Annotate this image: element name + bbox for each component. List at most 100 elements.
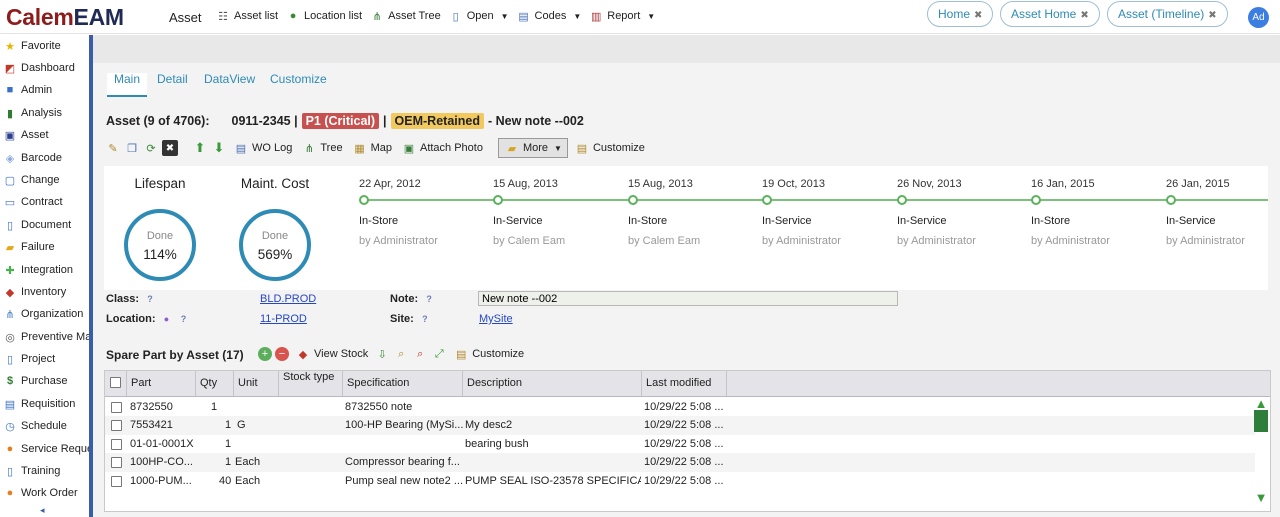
nav-location-list[interactable]: ● Location list: [286, 9, 362, 23]
timeline-dot[interactable]: [1031, 195, 1041, 205]
column-header-specification[interactable]: Specification: [343, 371, 463, 396]
sidebar-item-inventory[interactable]: ◆ Inventory: [3, 285, 66, 299]
column-header-stock-type[interactable]: Stock type: [279, 371, 343, 396]
sidebar-item-organization[interactable]: ⋔ Organization: [3, 307, 83, 321]
arrow-up-icon[interactable]: ⬆: [192, 140, 208, 156]
map-button[interactable]: ▦ Map: [349, 140, 395, 156]
avatar[interactable]: Ad: [1248, 7, 1269, 28]
copy-icon[interactable]: ❐: [124, 140, 140, 156]
view-stock-button[interactable]: ◆ View Stock: [292, 346, 371, 362]
column-header-qty[interactable]: Qty: [196, 371, 234, 396]
site-link[interactable]: MySite: [479, 313, 513, 325]
table-row[interactable]: 8732550 1 8732550 note 10/29/22 5:08 ...: [105, 398, 1255, 417]
sidebar-item-asset[interactable]: ▣ Asset: [3, 128, 49, 142]
location-link[interactable]: 11-PROD: [260, 313, 307, 325]
timeline-dot[interactable]: [628, 195, 638, 205]
table-row[interactable]: 1000-PUM... 40 Each Pump seal new note2 …: [105, 472, 1255, 491]
wo-log-button[interactable]: ▤ WO Log: [230, 140, 295, 156]
sidebar-item-document[interactable]: ▯ Document: [3, 218, 71, 232]
subtab-main[interactable]: Main: [107, 73, 148, 97]
nav-report-menu[interactable]: ▥ Report ▼: [589, 9, 655, 23]
timeline-dot[interactable]: [762, 195, 772, 205]
sidebar-item-dashboard[interactable]: ◩ Dashboard: [3, 61, 75, 75]
timeline-dot[interactable]: [493, 195, 503, 205]
sidebar-item-failure[interactable]: ▰ Failure: [3, 240, 55, 254]
sidebar-item-admin[interactable]: ■ Admin: [3, 83, 53, 97]
sidebar-item-schedule[interactable]: ◷ Schedule: [3, 419, 67, 433]
search-clear-icon[interactable]: ⌕: [412, 346, 428, 362]
table-row[interactable]: 100HP-CO... 1 Each Compressor bearing f.…: [105, 453, 1255, 472]
refresh-icon[interactable]: ⟳: [143, 140, 159, 156]
help-icon[interactable]: ?: [419, 313, 431, 325]
table-row[interactable]: 01-01-0001X 1 bearing bush 10/29/22 5:08…: [105, 435, 1255, 454]
sidebar-item-requisition[interactable]: ▤ Requisition: [3, 397, 76, 411]
nav-asset-tree[interactable]: ⋔ Asset Tree: [370, 9, 441, 23]
tab-home[interactable]: Home ✖: [927, 1, 994, 27]
tree-button[interactable]: ⋔ Tree: [298, 140, 345, 156]
timeline-dot[interactable]: [1166, 195, 1176, 205]
tab-asset-home[interactable]: Asset Home ✖: [1000, 1, 1100, 27]
row-checkbox[interactable]: [111, 402, 122, 413]
row-checkbox[interactable]: [111, 439, 122, 450]
scroll-thumb[interactable]: [1254, 410, 1268, 432]
attach-photo-button[interactable]: ▣ Attach Photo: [398, 140, 486, 156]
sidebar-item-purchase[interactable]: $ Purchase: [3, 374, 68, 388]
sidebar-item-preventive-maintenance[interactable]: ◎ Preventive Ma: [3, 330, 89, 344]
sidebar-item-work-order[interactable]: ● Work Order: [3, 486, 78, 500]
expand-icon[interactable]: ⤢: [431, 346, 447, 362]
note-field[interactable]: [478, 291, 898, 306]
close-icon[interactable]: ✖: [1208, 10, 1216, 21]
close-icon[interactable]: ✖: [974, 10, 982, 21]
grid-customize-button[interactable]: ▤ Customize: [450, 346, 527, 362]
table-row[interactable]: 7553421 1 G 100-HP Bearing (MySi... My d…: [105, 416, 1255, 435]
help-icon[interactable]: ?: [144, 293, 156, 305]
subtab-customize[interactable]: Customize: [265, 73, 332, 97]
sidebar-item-integration[interactable]: ✚ Integration: [3, 263, 73, 277]
help-icon[interactable]: ?: [423, 293, 435, 305]
row-checkbox[interactable]: [111, 457, 122, 468]
timeline-dot[interactable]: [897, 195, 907, 205]
timeline-dot[interactable]: [359, 195, 369, 205]
timeline-status: In-Service: [897, 215, 947, 227]
search-icon[interactable]: ⌕: [393, 346, 409, 362]
row-checkbox[interactable]: [111, 476, 122, 487]
delete-icon[interactable]: ✖: [162, 140, 178, 156]
timeline-user: by Administrator: [762, 235, 841, 247]
help-icon[interactable]: ?: [178, 313, 190, 325]
more-button[interactable]: ▰ More ▼: [497, 138, 568, 158]
tab-asset-timeline[interactable]: Asset (Timeline) ✖: [1107, 1, 1228, 27]
scroll-down-icon[interactable]: ▼: [1254, 491, 1268, 505]
customize-button[interactable]: ▤ Customize: [571, 140, 648, 156]
close-icon[interactable]: ✖: [1080, 10, 1088, 21]
subtab-dataview[interactable]: DataView: [199, 73, 260, 97]
column-header-last-modified[interactable]: Last modified: [642, 371, 727, 396]
class-link[interactable]: BLD.PROD: [260, 293, 316, 305]
export-icon[interactable]: ⇩: [374, 346, 390, 362]
table-scrollbar[interactable]: ▲ ▼: [1254, 397, 1268, 505]
sidebar-item-analysis[interactable]: ▮ Analysis: [3, 106, 62, 120]
nav-codes-menu[interactable]: ▤ Codes ▼: [517, 9, 581, 23]
nav-open-menu[interactable]: ▯ Open ▼: [449, 9, 509, 23]
arrow-down-icon[interactable]: ⬇: [211, 140, 227, 156]
select-all-checkbox[interactable]: [110, 377, 121, 388]
calem-logo[interactable]: CalemEAM: [6, 4, 124, 31]
sidebar-item-project[interactable]: ▯ Project: [3, 352, 55, 366]
add-icon[interactable]: +: [258, 347, 272, 361]
row-checkbox[interactable]: [111, 420, 122, 431]
nav-asset-list[interactable]: ☷ Asset list: [216, 9, 278, 23]
sidebar-item-service-request[interactable]: ● Service Reque: [3, 442, 89, 456]
sidebar-item-favorite[interactable]: ★ Favorite: [3, 39, 61, 53]
collapse-sidebar-icon[interactable]: ◂: [40, 505, 45, 516]
sidebar-item-contract[interactable]: ▭ Contract: [3, 195, 63, 209]
column-header-part[interactable]: Part: [127, 371, 196, 396]
subtab-detail[interactable]: Detail: [152, 73, 193, 97]
edit-icon[interactable]: ✎: [105, 140, 121, 156]
sidebar-item-training[interactable]: ▯ Training: [3, 464, 60, 478]
remove-icon[interactable]: −: [275, 347, 289, 361]
sidebar-item-barcode[interactable]: ◈ Barcode: [3, 151, 62, 165]
column-header-unit[interactable]: Unit: [234, 371, 279, 396]
sidebar-item-change[interactable]: ▢ Change: [3, 173, 60, 187]
scroll-up-icon[interactable]: ▲: [1254, 397, 1268, 411]
codes-icon: ▤: [518, 10, 529, 23]
column-header-description[interactable]: Description: [463, 371, 642, 396]
